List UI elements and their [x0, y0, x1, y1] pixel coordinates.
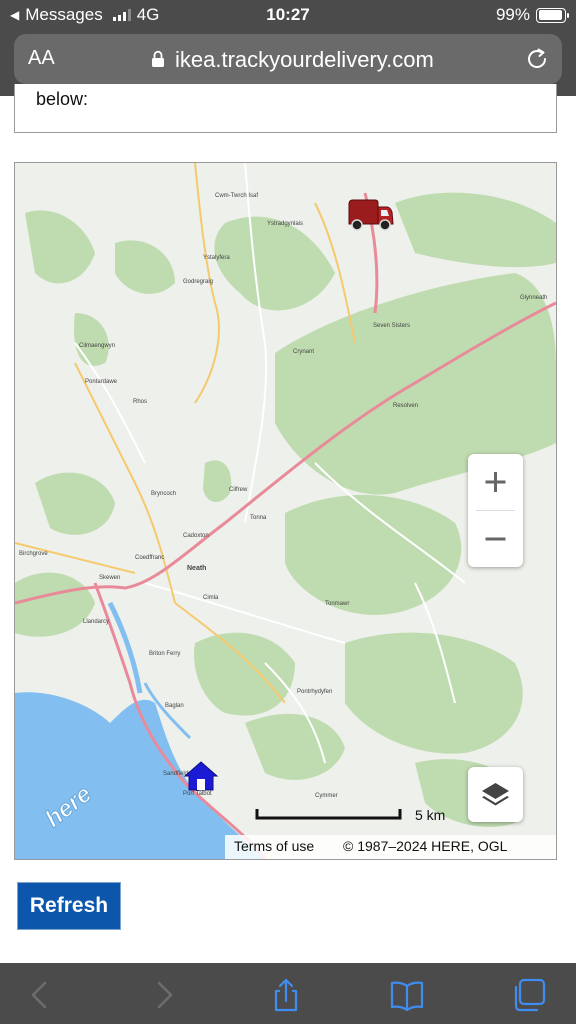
url-text[interactable]: ikea.trackyourdelivery.com: [175, 47, 434, 73]
battery-percent: 99%: [495, 5, 530, 24]
place-label: Pontardawe: [85, 379, 118, 385]
place-label: Coedffranc: [135, 555, 165, 561]
place-label: Tonna: [250, 515, 267, 521]
status-bar: ◀ Messages 4G 10:27 99%: [0, 0, 576, 30]
svg-text:here: here: [40, 780, 97, 829]
delivery-van-icon[interactable]: [347, 199, 395, 233]
place-label: Godregraig: [183, 279, 214, 285]
forward-icon[interactable]: [146, 977, 182, 1013]
terms-of-use-link[interactable]: Terms of use: [234, 838, 314, 854]
layers-button[interactable]: [468, 767, 523, 822]
reload-icon[interactable]: [524, 46, 550, 72]
text-size-button[interactable]: AA: [28, 47, 55, 70]
zoom-in-button[interactable]: [468, 454, 523, 510]
place-label: Baglan: [165, 703, 184, 709]
place-label: Neath: [187, 565, 207, 572]
share-icon[interactable]: [268, 977, 304, 1013]
place-label: Rhos: [133, 399, 148, 405]
address-bar[interactable]: AA ikea.trackyourdelivery.com: [14, 34, 562, 84]
place-label: Cimla: [203, 595, 219, 601]
intro-text-card: below:: [14, 84, 557, 133]
place-label: Briton Ferry: [149, 651, 181, 657]
bookmarks-icon[interactable]: [389, 977, 425, 1013]
place-label: Cadoxton: [183, 533, 209, 539]
place-label: Ystradgynlais: [267, 221, 304, 227]
place-label: Seven Sisters: [373, 323, 411, 329]
place-label: Cwm-Twrch Isaf: [215, 193, 259, 199]
clock: 10:27: [266, 5, 310, 24]
back-icon[interactable]: [22, 977, 58, 1013]
destination-home-icon[interactable]: [183, 760, 219, 792]
place-label: Glynneath: [520, 295, 548, 301]
place-label: Crynant: [293, 349, 315, 355]
place-label: Birchgrove: [19, 551, 48, 557]
zoom-out-button[interactable]: [468, 511, 523, 567]
place-label: Pontrhydyfen: [297, 689, 333, 695]
browser-toolbar: [0, 963, 576, 1024]
place-label: Skewen: [99, 575, 121, 581]
layers-icon: [482, 783, 509, 806]
lock-icon: [152, 50, 164, 67]
scale-bar: [255, 809, 402, 820]
map-attribution: Terms of use © 1987–2024 HERE, OGL: [225, 835, 556, 859]
place-label: Bryncoch: [151, 491, 177, 497]
delivery-map[interactable]: Ystradgynlais Cwm-Twrch Isaf Ystalyfera …: [14, 162, 557, 860]
place-label: Cilfrew: [229, 487, 248, 493]
place-label: Ystalyfera: [203, 255, 230, 261]
place-label: Resolven: [393, 403, 419, 409]
refresh-button[interactable]: Refresh: [17, 882, 121, 930]
here-logo: here: [40, 780, 98, 829]
place-label: Tonmawr: [325, 601, 350, 607]
copyright-text: © 1987–2024 HERE, OGL: [343, 838, 508, 854]
place-label: Llandarcy: [83, 619, 110, 625]
tabs-icon[interactable]: [511, 977, 547, 1013]
place-label: Cilmaengwyn: [79, 343, 116, 349]
status-right: 99%: [495, 5, 569, 25]
intro-text: below:: [36, 89, 89, 109]
zoom-control: [468, 454, 523, 567]
place-label: Cymmer: [315, 793, 338, 799]
text-size-label: AA: [28, 47, 55, 69]
scale-label: 5 km: [415, 807, 446, 823]
battery-icon: [536, 7, 569, 23]
